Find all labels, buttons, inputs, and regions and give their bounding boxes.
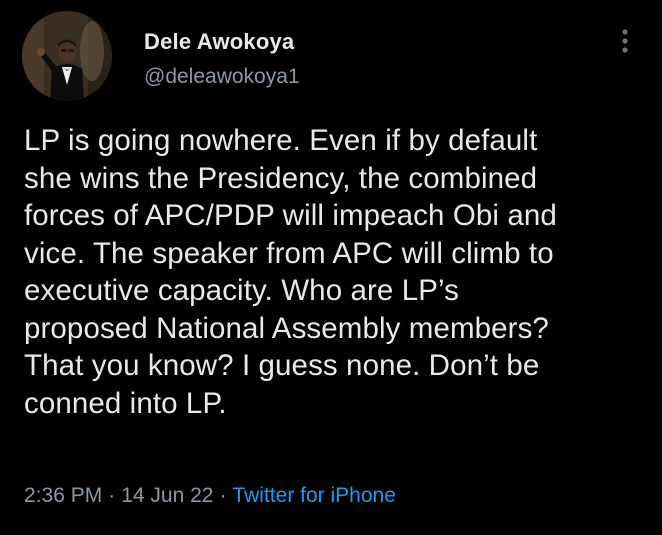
author-display-name[interactable]: Dele Awokoya <box>144 29 294 55</box>
tweet-time[interactable]: 2:36 PM <box>24 484 102 507</box>
avatar-image <box>22 11 112 101</box>
tweet-metadata: 2:36 PM · 14 Jun 22 · Twitter for iPhone <box>24 484 396 508</box>
tweet-card: Dele Awokoya @deleawokoya1 LP is going n… <box>0 0 662 535</box>
avatar[interactable] <box>22 11 112 101</box>
meta-separator: · <box>108 484 116 507</box>
more-options-button[interactable] <box>612 24 638 58</box>
more-vertical-icon <box>622 29 628 53</box>
tweet-date[interactable]: 14 Jun 22 <box>121 484 213 507</box>
author-handle[interactable]: @deleawokoya1 <box>144 65 300 89</box>
tweet-source-link[interactable]: Twitter for iPhone <box>232 484 395 507</box>
tweet-text: LP is going nowhere. Even if by default … <box>24 124 557 420</box>
meta-separator: · <box>219 484 227 507</box>
